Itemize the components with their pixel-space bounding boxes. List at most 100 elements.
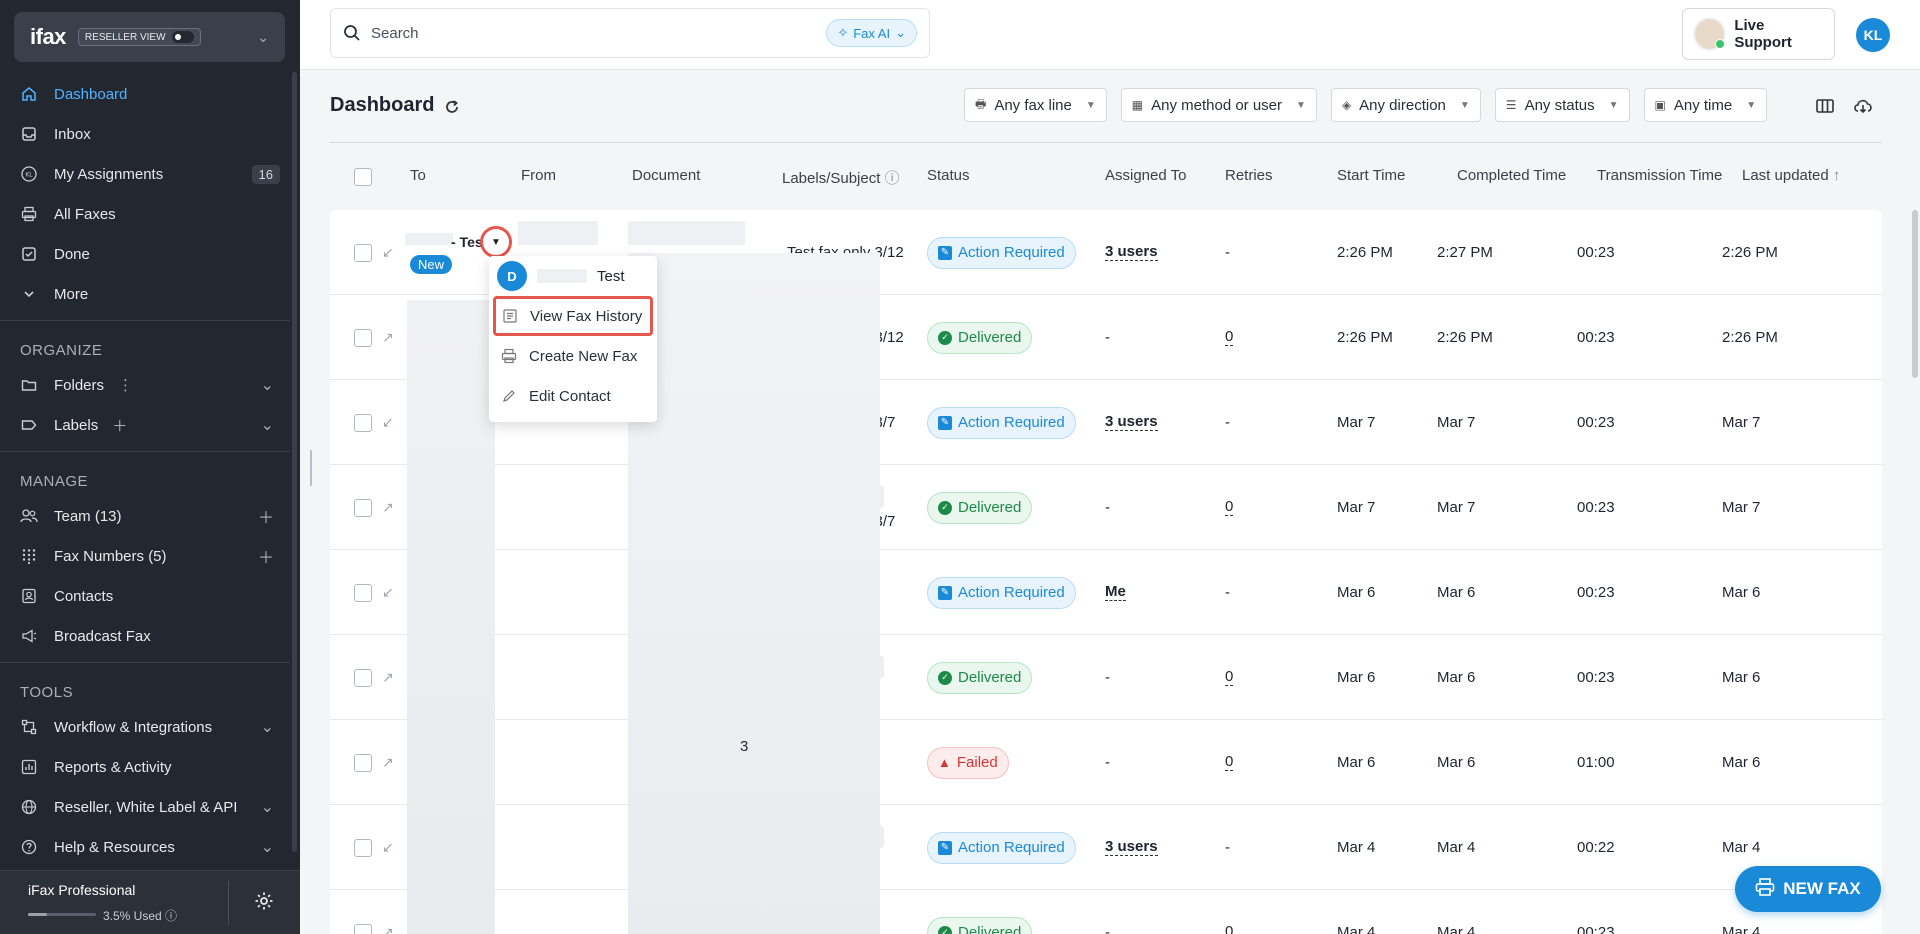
reseller-view-toggle[interactable]: RESELLER VIEW: [77, 28, 201, 46]
sidebar-item-team[interactable]: Team (13) ＋: [0, 496, 290, 536]
assigned-to[interactable]: 3 users: [1105, 839, 1158, 856]
status-badge[interactable]: ✎ Action Required: [927, 406, 1076, 439]
sidebar-item-labels[interactable]: Labels ＋ ⌄: [0, 405, 290, 445]
columns-icon[interactable]: [1815, 96, 1835, 116]
sidebar-item-fax-numbers[interactable]: Fax Numbers (5) ＋: [0, 536, 290, 576]
sidebar-item-help[interactable]: Help & Resources ⌄: [0, 827, 290, 867]
printer-icon: [501, 348, 517, 364]
row-checkbox[interactable]: [354, 923, 372, 934]
status-badge[interactable]: ✎ Action Required: [927, 576, 1076, 609]
info-icon[interactable]: ⓘ: [885, 170, 900, 187]
brand-switcher[interactable]: ifax RESELLER VIEW ⌄: [14, 12, 285, 62]
row-checkbox[interactable]: [354, 413, 372, 432]
add-team-icon[interactable]: ＋: [258, 504, 274, 528]
filter-method-user[interactable]: ▦ Any method or user ▼: [1120, 88, 1317, 122]
sidebar-item-folders[interactable]: Folders ⋮ ⌄: [0, 365, 290, 405]
column-header-retries[interactable]: Retries: [1225, 167, 1273, 184]
sidebar-item-reports[interactable]: Reports & Activity: [0, 747, 290, 787]
retries-count[interactable]: 0: [1225, 329, 1234, 346]
kebab-menu-icon[interactable]: ⋮: [118, 376, 133, 394]
document-preview-thumbnail[interactable]: [628, 253, 880, 934]
filter-label: Any direction: [1359, 96, 1446, 114]
sidebar-resize-handle[interactable]: [310, 450, 312, 486]
user-avatar[interactable]: KL: [1856, 18, 1890, 52]
table-row[interactable]: ↙Test fax only✎Action RequiredMe-Mar 6Ma…: [330, 550, 1882, 635]
row-checkbox[interactable]: [354, 498, 372, 517]
column-header-assigned[interactable]: Assigned To: [1105, 167, 1186, 184]
sidebar-item-done[interactable]: Done: [0, 234, 290, 274]
sidebar-item-workflow[interactable]: Workflow & Integrations ⌄: [0, 707, 290, 747]
sidebar-item-my-assignments[interactable]: KL My Assignments 16: [0, 154, 290, 194]
refresh-icon[interactable]: [444, 98, 460, 114]
status-badge[interactable]: ✓ Delivered: [927, 321, 1033, 354]
row-checkbox[interactable]: [354, 328, 372, 347]
chevron-down-icon[interactable]: ⌄: [261, 415, 274, 435]
sidebar-item-contacts[interactable]: Contacts: [0, 576, 290, 616]
create-new-fax-menu-item[interactable]: Create New Fax: [489, 336, 657, 376]
edit-contact-menu-item[interactable]: Edit Contact: [489, 376, 657, 416]
view-fax-history-menu-item[interactable]: View Fax History: [493, 296, 653, 336]
column-header-status[interactable]: Status: [927, 167, 970, 184]
filter-status[interactable]: ☰ Any status ▼: [1494, 88, 1630, 122]
select-all-checkbox[interactable]: [354, 168, 372, 186]
add-label-icon[interactable]: ＋: [112, 415, 127, 436]
assigned-to[interactable]: 3 users: [1105, 414, 1158, 431]
chevron-down-icon[interactable]: ⌄: [261, 837, 274, 857]
table-row[interactable]: ↗Test Fax+1Test fax only 3/7✓Delivered-0…: [330, 465, 1882, 550]
search-input[interactable]: [371, 24, 827, 42]
live-support-button[interactable]: Live Support: [1682, 8, 1835, 60]
table-row[interactable]: ↗ ▲ Failed - 0 Mar 6 Mar 6 01:00 Mar 6: [330, 720, 1882, 805]
status-badge[interactable]: ✎ Action Required: [927, 831, 1076, 864]
row-checkbox[interactable]: [354, 243, 372, 262]
chevron-down-icon[interactable]: ⌄: [261, 797, 274, 817]
sidebar-item-all-faxes[interactable]: All Faxes: [0, 194, 290, 234]
column-header-to[interactable]: To: [410, 167, 426, 184]
new-fax-button[interactable]: NEW FAX: [1735, 866, 1881, 912]
filter-fax-line[interactable]: 🖶 Any fax line ▼: [964, 88, 1107, 122]
sidebar-item-reseller[interactable]: Reseller, White Label & API ⌄: [0, 787, 290, 827]
row-checkbox[interactable]: [354, 668, 372, 687]
filter-direction[interactable]: ◈ Any direction ▼: [1330, 88, 1481, 122]
assigned-to[interactable]: Me: [1105, 584, 1126, 601]
status-badge[interactable]: ▲ Failed: [927, 746, 1009, 779]
filter-time[interactable]: ▣ Any time ▼: [1643, 88, 1768, 122]
row-checkbox[interactable]: [354, 753, 372, 772]
info-icon[interactable]: ⓘ: [165, 909, 177, 923]
status-badge[interactable]: ✓ Delivered: [927, 916, 1033, 934]
assigned-to[interactable]: 3 users: [1105, 244, 1158, 261]
caret-down-icon: ▼: [491, 236, 501, 248]
cloud-download-icon[interactable]: [1852, 96, 1872, 116]
retries-count[interactable]: 0: [1225, 499, 1234, 516]
chevron-down-icon[interactable]: ⌄: [261, 375, 274, 395]
sidebar-item-more[interactable]: More: [0, 274, 290, 314]
table-row[interactable]: ↙Test Fax+1Test Fax 3/42✎Action Required…: [330, 805, 1882, 890]
retries-count[interactable]: 0: [1225, 669, 1234, 686]
sidebar-item-dashboard[interactable]: Dashboard: [0, 74, 290, 114]
row-checkbox[interactable]: [354, 838, 372, 857]
sidebar-item-inbox[interactable]: Inbox: [0, 114, 290, 154]
status-badge[interactable]: ✎ Action Required: [927, 236, 1076, 269]
main-scrollbar[interactable]: [1912, 210, 1918, 378]
add-fax-number-icon[interactable]: ＋: [258, 544, 274, 568]
row-checkbox[interactable]: [354, 583, 372, 602]
contact-menu-caret-button[interactable]: ▼: [480, 226, 512, 258]
column-header-labels[interactable]: Labels/Subject ⓘ: [782, 167, 900, 188]
table-row[interactable]: ↗Test Fax+1Test fax only✓Delivered-0Mar …: [330, 635, 1882, 720]
column-header-completed-time[interactable]: Completed Time: [1457, 167, 1566, 184]
status-badge[interactable]: ✓ Delivered: [927, 661, 1033, 694]
retries-count[interactable]: 0: [1225, 924, 1233, 934]
sidebar-scrollbar[interactable]: [292, 72, 297, 852]
chevron-down-icon[interactable]: ⌄: [261, 717, 274, 737]
column-header-last-updated[interactable]: Last updated ↑: [1742, 167, 1840, 184]
retries-count[interactable]: 0: [1225, 754, 1234, 771]
gear-icon[interactable]: [254, 891, 274, 911]
status-badge[interactable]: ✓ Delivered: [927, 491, 1033, 524]
sidebar-item-broadcast-fax[interactable]: Broadcast Fax: [0, 616, 290, 656]
sidebar-item-label: Labels: [54, 416, 99, 434]
column-header-transmission-time[interactable]: Transmission Time: [1597, 167, 1722, 184]
column-header-start-time[interactable]: Start Time: [1337, 167, 1405, 184]
column-header-from[interactable]: From: [521, 167, 556, 184]
column-header-document[interactable]: Document: [632, 167, 700, 184]
fax-ai-button[interactable]: ✧ Fax AI ⌄: [826, 19, 917, 47]
table-row[interactable]: ↗Test Fax✓Delivered-0Mar 4Mar 400:23Mar …: [330, 890, 1882, 934]
